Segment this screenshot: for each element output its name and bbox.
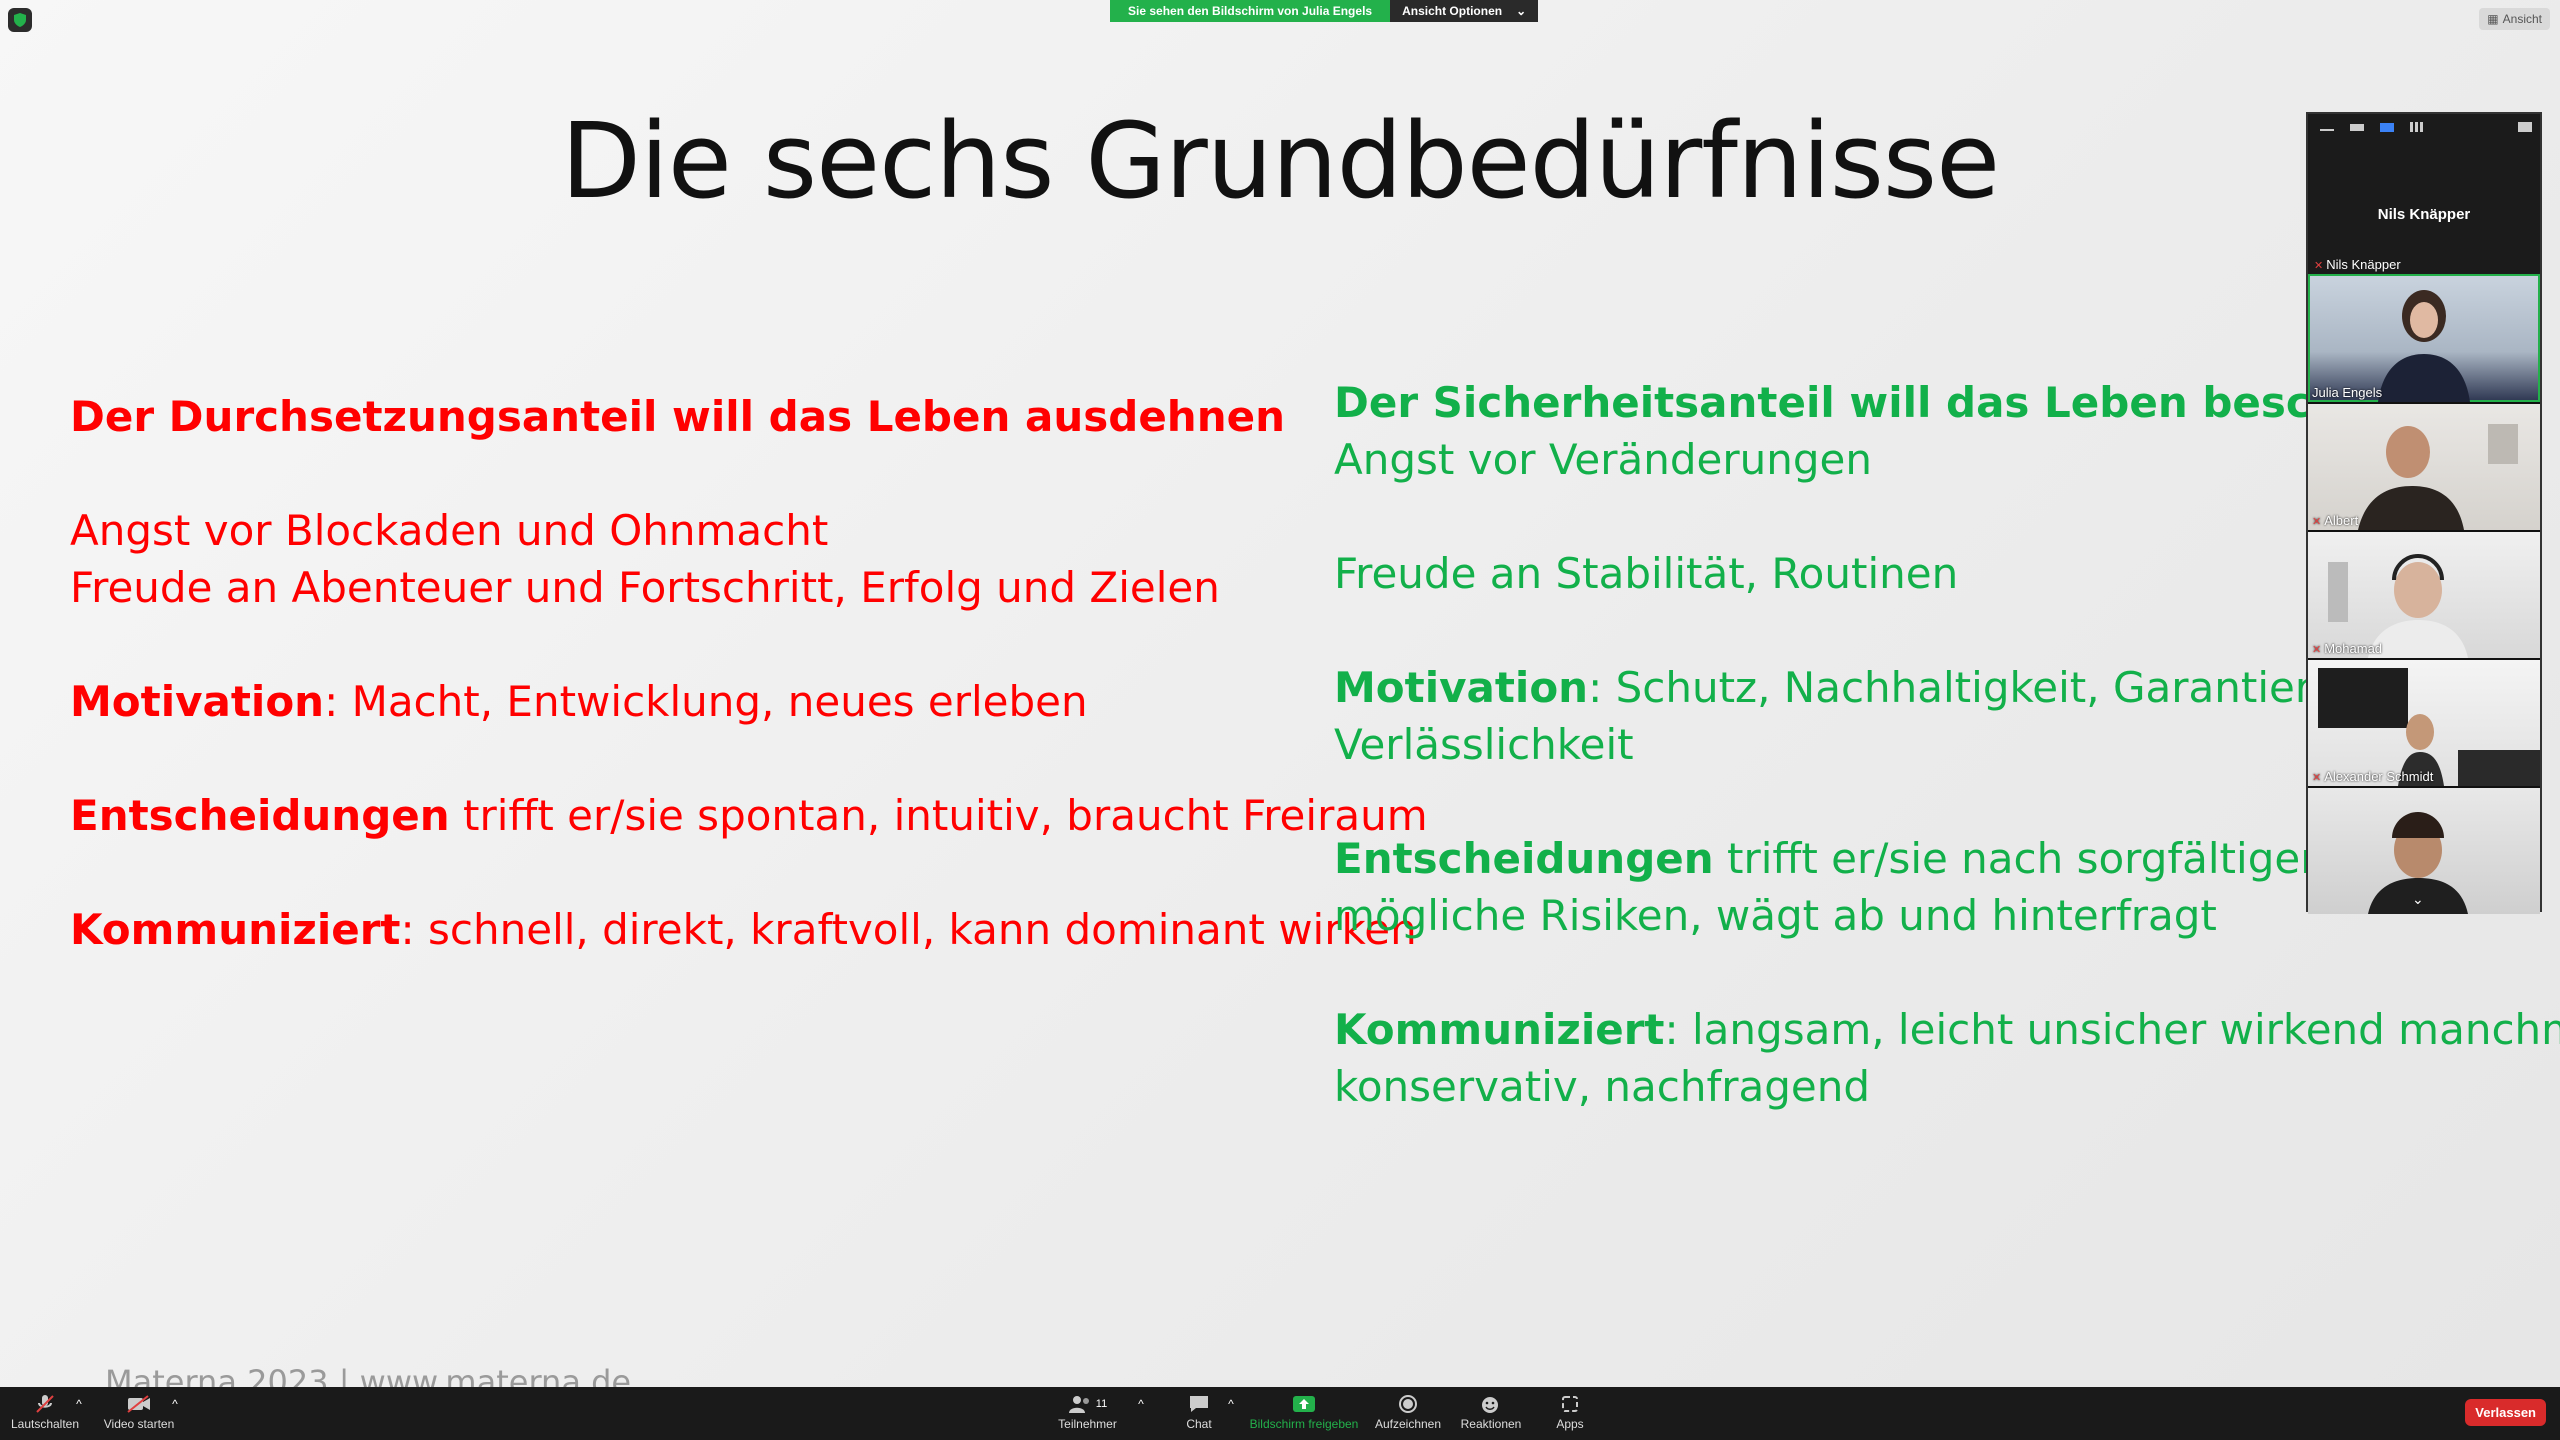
left-motivation: Motivation: Macht, Entwicklung, neues er… xyxy=(70,677,1088,726)
muted-mic-icon: ✕ xyxy=(2312,644,2322,656)
participant-tile[interactable]: ✕ Alexander Schmidt xyxy=(2308,658,2540,786)
view-options-button[interactable]: Ansicht Optionen ⌄ xyxy=(1390,0,1539,22)
participant-name-row: ✕ Albert xyxy=(2312,513,2359,528)
right-kommuniziert: Kommuniziert: langsam, leicht unsicher w… xyxy=(1334,1005,2560,1054)
participant-name-row: ✕ Mohamad xyxy=(2312,641,2383,656)
slide-title: Die sechs Grundbedürfnisse xyxy=(560,100,2000,222)
speaker-view-icon[interactable] xyxy=(2350,123,2364,131)
participants-options-caret[interactable]: ^ xyxy=(1134,1391,1148,1417)
muted-mic-icon xyxy=(10,1391,80,1417)
video-options-caret[interactable]: ^ xyxy=(168,1391,182,1417)
chat-icon xyxy=(1176,1391,1222,1417)
participant-tile[interactable]: ⌄ xyxy=(2308,786,2540,914)
participant-tile[interactable]: ✕ Mohamad xyxy=(2308,530,2540,658)
strip-view-icon[interactable] xyxy=(2380,122,2394,132)
chat-options-caret[interactable]: ^ xyxy=(1224,1391,1238,1417)
participant-name: Julia Engels xyxy=(2312,385,2383,400)
mute-options-caret[interactable]: ^ xyxy=(72,1391,86,1417)
gallery-view-icon[interactable] xyxy=(2410,122,2424,132)
share-screen-icon xyxy=(1248,1391,1360,1417)
apps-icon xyxy=(1548,1391,1592,1417)
chevron-down-icon[interactable]: ⌄ xyxy=(2412,891,2424,908)
grid-icon: ▦ xyxy=(2487,12,2499,26)
meeting-toolbar: Lautschalten ^ Video starten ^ 11 Teilne… xyxy=(0,1387,2560,1440)
left-heading: Der Durchsetzungsanteil will das Leben a… xyxy=(70,392,1285,441)
speaker-tag: ✕ Nils Knäpper xyxy=(2314,257,2401,272)
slide-footer: Materna 2023 | www.materna.de xyxy=(105,1363,632,1387)
participant-video-icon xyxy=(2358,424,2518,530)
right-kommuniziert-cont: konservativ, nachfragend xyxy=(1334,1062,1871,1111)
left-line-1: Angst vor Blockaden und Ohnmacht xyxy=(70,506,829,555)
reactions-icon xyxy=(1456,1391,1526,1417)
left-column: Der Durchsetzungsanteil will das Leben a… xyxy=(70,388,1428,958)
participant-video-icon xyxy=(2368,812,2468,914)
participant-tile[interactable]: ✕ Albert xyxy=(2308,402,2540,530)
screen-share-banner: Sie sehen den Bildschirm von Julia Engel… xyxy=(1110,0,1539,22)
record-icon xyxy=(1372,1391,1444,1417)
apps-button[interactable]: Apps xyxy=(1548,1391,1592,1431)
shared-screen-slide: Die sechs Grundbedürfnisse Der Durchsetz… xyxy=(0,0,2560,1387)
active-speaker-tile[interactable]: Nils Knäpper ✕ Nils Knäpper xyxy=(2308,140,2540,274)
record-button[interactable]: Aufzeichnen xyxy=(1372,1391,1444,1431)
view-button[interactable]: ▦ Ansicht xyxy=(2479,8,2550,30)
left-kommuniziert: Kommuniziert: schnell, direkt, kraftvoll… xyxy=(70,905,1417,954)
view-options-label: Ansicht Optionen xyxy=(1402,4,1503,18)
participants-count: 11 xyxy=(1095,1398,1108,1410)
chat-button[interactable]: Chat xyxy=(1176,1391,1222,1431)
share-status-text: Sie sehen den Bildschirm von Julia Engel… xyxy=(1110,0,1391,22)
participants-button[interactable]: 11 Teilnehmer xyxy=(1050,1391,1125,1431)
exit-panel-icon[interactable] xyxy=(2518,122,2532,132)
left-line-2: Freude an Abenteuer und Fortschritt, Erf… xyxy=(70,563,1220,612)
muted-mic-icon: ✕ xyxy=(2312,772,2322,784)
muted-mic-icon: ✕ xyxy=(2312,516,2322,528)
participant-video-icon xyxy=(2318,668,2540,786)
chevron-down-icon: ⌄ xyxy=(1516,4,1527,18)
share-screen-button[interactable]: Bildschirm freigeben xyxy=(1248,1391,1360,1431)
participant-video-icon xyxy=(2378,290,2470,402)
participant-video-icon xyxy=(2328,554,2468,658)
minimize-icon[interactable] xyxy=(2320,123,2334,131)
security-shield-icon[interactable] xyxy=(8,8,32,32)
participant-name-row: ✕ Alexander Schmidt xyxy=(2312,769,2434,784)
mute-button[interactable]: Lautschalten xyxy=(10,1391,80,1431)
panel-toolbar xyxy=(2308,114,2540,140)
participants-icon: 11 xyxy=(1050,1391,1125,1417)
participant-video-panel[interactable]: Nils Knäpper ✕ Nils Knäpper Julia Engels … xyxy=(2306,112,2542,914)
reactions-button[interactable]: Reaktionen xyxy=(1456,1391,1526,1431)
left-entscheidungen: Entscheidungen trifft er/sie spontan, in… xyxy=(70,791,1428,840)
muted-mic-icon: ✕ xyxy=(2314,260,2324,272)
leave-button[interactable]: Verlassen xyxy=(2465,1399,2546,1426)
view-button-label: Ansicht xyxy=(2502,12,2542,26)
participant-tile[interactable]: Julia Engels xyxy=(2308,274,2540,402)
speaker-name: Nils Knäpper xyxy=(2377,206,2471,223)
